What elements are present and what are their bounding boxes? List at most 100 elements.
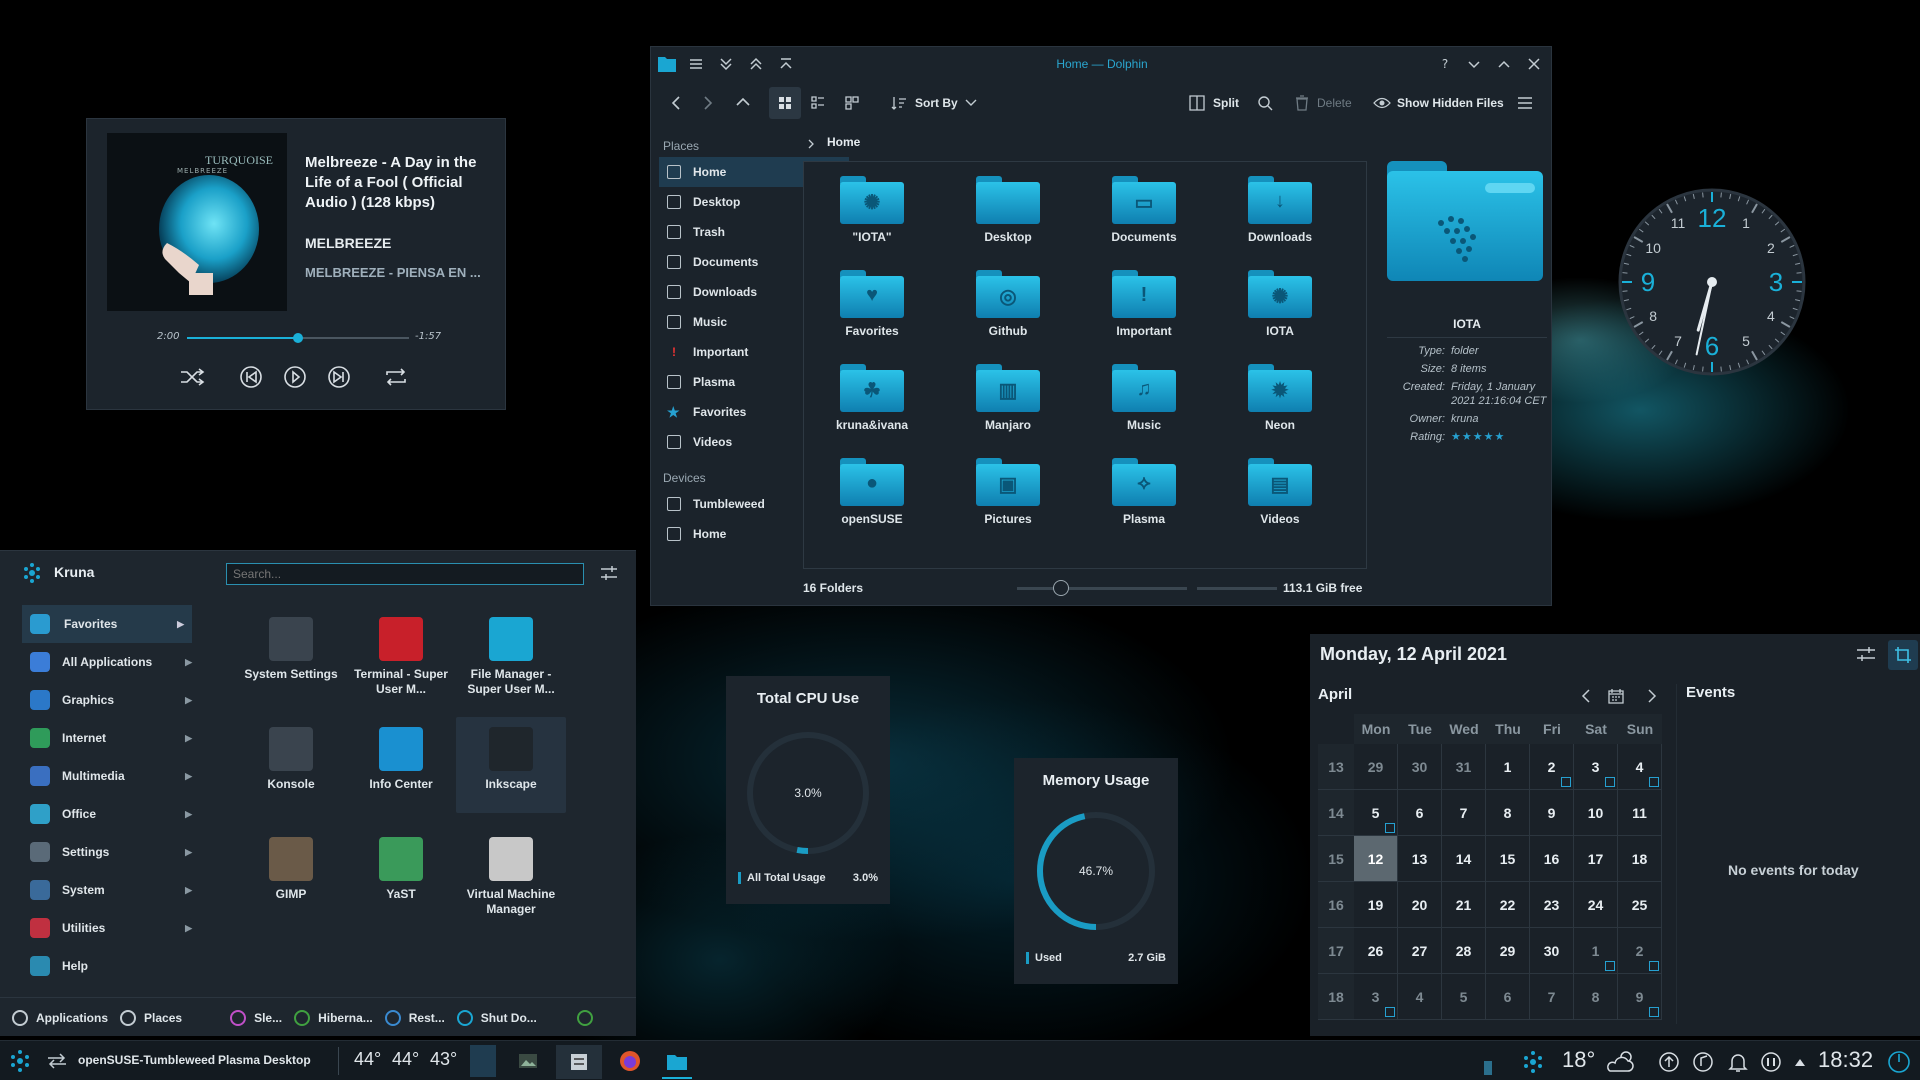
app-virtual-machine-manager[interactable]: Virtual Machine Manager: [456, 827, 566, 923]
folder-item[interactable]: ▭ Documents: [1084, 176, 1204, 244]
avatar[interactable]: [20, 561, 44, 585]
previous-button[interactable]: [239, 365, 263, 389]
folder-item[interactable]: ☘ kruna&ivana: [812, 364, 932, 432]
folder-item[interactable]: ✺ IOTA: [1220, 270, 1340, 338]
calendar-day[interactable]: 8: [1486, 790, 1530, 836]
calendar-day[interactable]: 9: [1530, 790, 1574, 836]
calendar-day[interactable]: 3: [1574, 744, 1618, 790]
category-utilities[interactable]: Utilities ▶: [0, 909, 214, 947]
media-control-icon[interactable]: [1692, 1051, 1714, 1073]
calendar-day[interactable]: 31: [1442, 744, 1486, 790]
calendar-day[interactable]: 5: [1442, 974, 1486, 1020]
folder-item[interactable]: ▤ Videos: [1220, 458, 1340, 526]
footer-hiberna-button[interactable]: Hiberna...: [294, 1009, 373, 1026]
calendar-day[interactable]: 1: [1574, 928, 1618, 974]
chevron-down-icon[interactable]: [965, 99, 977, 107]
previous-month-icon[interactable]: [1580, 688, 1592, 704]
calendar-day[interactable]: 4: [1618, 744, 1662, 790]
calendar-day[interactable]: 13: [1398, 836, 1442, 882]
snowflake-icon[interactable]: [1520, 1049, 1546, 1075]
trash-icon[interactable]: [1295, 95, 1309, 111]
pager-desktop-1[interactable]: [470, 1045, 496, 1077]
desktop-name[interactable]: openSUSE-Tumbleweed: [78, 1053, 215, 1067]
maximize-icon[interactable]: [1497, 57, 1511, 71]
calendar-day[interactable]: 15: [1486, 836, 1530, 882]
category-help[interactable]: Help: [0, 947, 214, 985]
calendar-day[interactable]: 6: [1398, 790, 1442, 836]
calendar-day[interactable]: 11: [1618, 790, 1662, 836]
app-info-center[interactable]: Info Center: [346, 717, 456, 813]
search-icon[interactable]: [1257, 95, 1273, 111]
app-inkscape[interactable]: Inkscape: [456, 717, 566, 813]
app-konsole[interactable]: Konsole: [236, 717, 346, 813]
category-all-applications[interactable]: All Applications ▶: [0, 643, 214, 681]
calendar-today-icon[interactable]: [1608, 688, 1624, 704]
category-settings[interactable]: Settings ▶: [0, 833, 214, 871]
calendar-day[interactable]: 18: [1618, 836, 1662, 882]
folder-item[interactable]: ● openSUSE: [812, 458, 932, 526]
zoom-slider-handle[interactable]: [1053, 580, 1069, 596]
calendar-day[interactable]: 2: [1530, 744, 1574, 790]
weather-temperature[interactable]: 18°: [1562, 1047, 1595, 1073]
pin-button[interactable]: [1888, 640, 1918, 670]
tray-expand-icon[interactable]: [1794, 1057, 1806, 1067]
app-yast[interactable]: YaST: [346, 827, 456, 923]
zoom-slider[interactable]: [1017, 587, 1187, 590]
digital-clock[interactable]: 18:32: [1818, 1047, 1873, 1073]
app-gimp[interactable]: GIMP: [236, 827, 346, 923]
up-icon[interactable]: [735, 95, 751, 109]
app-terminal-super-user-m[interactable]: Terminal - Super User M...: [346, 607, 456, 703]
calendar-day[interactable]: 10: [1574, 790, 1618, 836]
activity-switch-icon[interactable]: [46, 1053, 68, 1069]
calendar-day-today[interactable]: 12: [1354, 836, 1398, 882]
close-icon[interactable]: [1527, 57, 1541, 71]
folder-item[interactable]: ✺ "IOTA": [812, 176, 932, 244]
calendar-day[interactable]: 23: [1530, 882, 1574, 928]
folder-item[interactable]: ▥ Manjaro: [948, 364, 1068, 432]
update-icon[interactable]: [1658, 1051, 1680, 1073]
battery-icon[interactable]: [1480, 1057, 1496, 1077]
eye-icon[interactable]: [1373, 95, 1391, 111]
category-favorites[interactable]: Favorites ▶: [22, 605, 192, 643]
seek-handle[interactable]: [293, 333, 303, 343]
window-titlebar[interactable]: Home — Dolphin ?: [651, 47, 1553, 81]
details-view-icon[interactable]: [845, 96, 859, 110]
calendar-day[interactable]: 29: [1354, 744, 1398, 790]
calendar-day[interactable]: 8: [1574, 974, 1618, 1020]
category-graphics[interactable]: Graphics ▶: [0, 681, 214, 719]
calendar-day[interactable]: 30: [1530, 928, 1574, 974]
app-file-manager-super-user-m[interactable]: File Manager - Super User M...: [456, 607, 566, 703]
folder-view[interactable]: ✺ "IOTA" Desktop ▭ Documents ↓ Downloads ♥ Favor…: [803, 161, 1367, 569]
category-multimedia[interactable]: Multimedia ▶: [0, 757, 214, 795]
folder-item[interactable]: ◎ Github: [948, 270, 1068, 338]
calendar-day[interactable]: 7: [1530, 974, 1574, 1020]
seek-slider[interactable]: [187, 333, 409, 343]
sort-icon[interactable]: [891, 95, 907, 111]
footer-more-icon[interactable]: [576, 1009, 593, 1026]
launcher-search-input[interactable]: [226, 563, 584, 585]
calendar-day[interactable]: 19: [1354, 882, 1398, 928]
power-icon[interactable]: [1886, 1049, 1912, 1075]
configure-icon[interactable]: [1856, 646, 1876, 664]
configure-icon[interactable]: [600, 565, 618, 581]
calendar-day[interactable]: 16: [1530, 836, 1574, 882]
footer-shutdo-button[interactable]: Shut Do...: [456, 1009, 537, 1026]
calendar-day[interactable]: 22: [1486, 882, 1530, 928]
category-system[interactable]: System ▶: [0, 871, 214, 909]
calendar-day[interactable]: 3: [1354, 974, 1398, 1020]
calendar-day[interactable]: 14: [1442, 836, 1486, 882]
pause-icon[interactable]: [1760, 1051, 1782, 1073]
split-icon[interactable]: [1189, 95, 1205, 111]
folder-item[interactable]: ♫ Music: [1084, 364, 1204, 432]
compact-view-icon[interactable]: [811, 96, 825, 110]
task-system-settings[interactable]: [556, 1045, 602, 1079]
hamburger-menu-icon[interactable]: [1517, 96, 1533, 110]
folder-item[interactable]: ! Important: [1084, 270, 1204, 338]
show-hidden-files-button[interactable]: Show Hidden Files: [1397, 96, 1504, 110]
folder-item[interactable]: ⟡ Plasma: [1084, 458, 1204, 526]
folder-item[interactable]: ♥ Favorites: [812, 270, 932, 338]
folder-item[interactable]: ✹ Neon: [1220, 364, 1340, 432]
footer-sle-button[interactable]: Sle...: [230, 1009, 282, 1026]
category-office[interactable]: Office ▶: [0, 795, 214, 833]
calendar-day[interactable]: 9: [1618, 974, 1662, 1020]
